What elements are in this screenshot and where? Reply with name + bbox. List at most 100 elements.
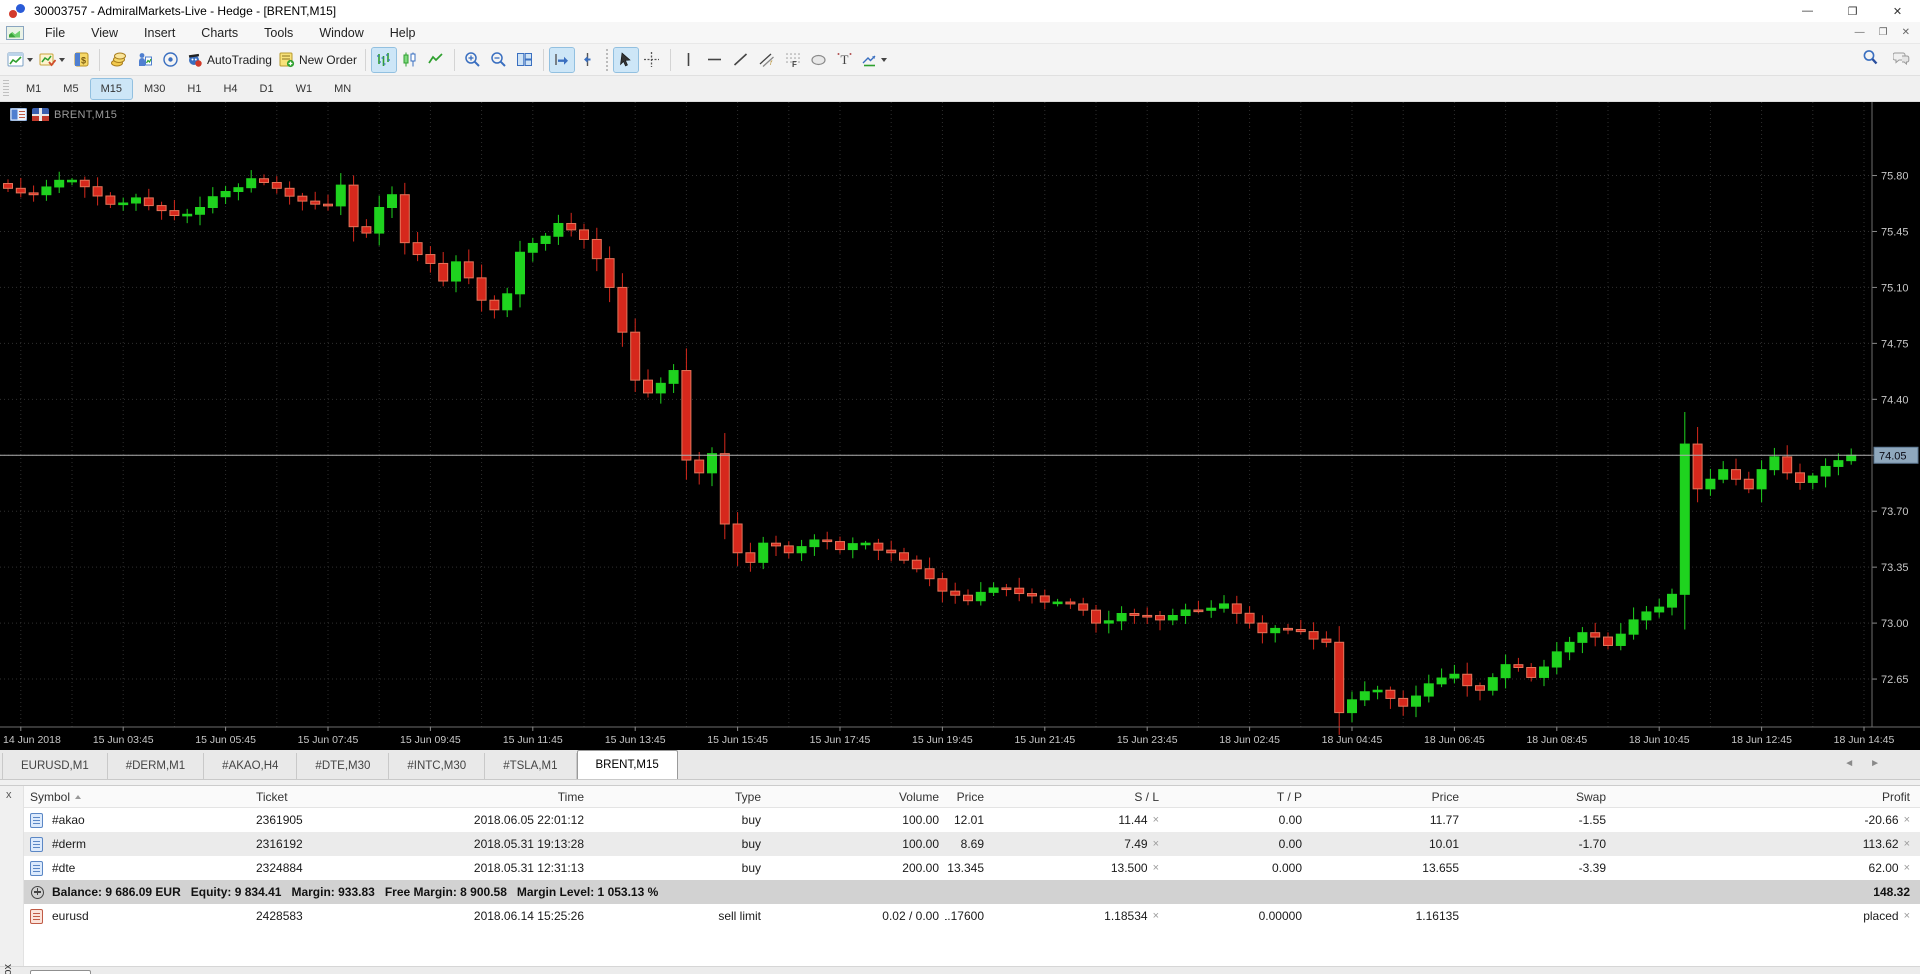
- column-header-price[interactable]: Price: [1308, 790, 1465, 804]
- column-header-s-l[interactable]: S / L: [990, 790, 1165, 804]
- cursor-button[interactable]: [614, 48, 638, 72]
- menu-item-charts[interactable]: Charts: [188, 24, 251, 42]
- candles-chart-button[interactable]: [398, 48, 422, 72]
- timeframe-mn[interactable]: MN: [324, 79, 361, 99]
- remove-sl-icon[interactable]: ×: [1153, 910, 1159, 922]
- title-bar[interactable]: 30003757 - AdmiralMarkets-Live - Hedge -…: [0, 0, 1920, 22]
- column-header-ticket[interactable]: Ticket: [250, 790, 447, 804]
- toolbox-vertical-label[interactable]: Toolbox: [2, 964, 14, 974]
- zoom-out-button[interactable]: [487, 48, 511, 72]
- mdi-minimize-button[interactable]: —: [1855, 27, 1865, 38]
- menu-item-insert[interactable]: Insert: [131, 24, 188, 42]
- time-axis-label: 15 Jun 21:45: [1014, 734, 1075, 746]
- chart-tab-dermm1[interactable]: #DERM,M1: [108, 753, 204, 779]
- one-click-trading-icon[interactable]: [10, 108, 27, 121]
- buy-position-icon: [30, 813, 43, 828]
- price-axis-label: 73.00: [1881, 618, 1909, 630]
- text-button[interactable]: T: [833, 48, 857, 72]
- price-axis-label: 73.35: [1881, 562, 1909, 574]
- objects-dropdown-button[interactable]: [859, 48, 889, 72]
- column-header-volume[interactable]: Volume: [767, 790, 945, 804]
- remove-sl-icon[interactable]: ×: [1153, 814, 1159, 826]
- chart-shift-button[interactable]: [576, 48, 600, 72]
- symbols-button[interactable]: $: [69, 48, 93, 72]
- autotrading-button[interactable]: AutoTrading: [184, 48, 274, 72]
- timeframe-w1[interactable]: W1: [286, 79, 323, 99]
- toolbox-close-icon[interactable]: x: [6, 790, 12, 801]
- chart-tab-intcm30[interactable]: #INTC,M30: [389, 753, 485, 779]
- tab-trade[interactable]: Trade: [30, 970, 91, 974]
- profit-cell: 113.62×: [1612, 837, 1916, 851]
- tabs-scroll-right-icon[interactable]: ►: [1870, 758, 1880, 769]
- expand-balance-icon[interactable]: [31, 886, 44, 899]
- menu-item-window[interactable]: Window: [306, 24, 376, 42]
- column-header-t-p[interactable]: T / P: [1165, 790, 1308, 804]
- zoom-in-button[interactable]: [461, 48, 485, 72]
- trade-row-derm[interactable]: #derm23161922018.05.31 19:13:28buy100.00…: [24, 832, 1920, 856]
- toolbox-panel: x Toolbox SymbolTicketTimeTypeVolumePric…: [0, 786, 1920, 966]
- trend-line-button[interactable]: [729, 48, 753, 72]
- ellipse-button[interactable]: [807, 48, 831, 72]
- menu-item-file[interactable]: File: [32, 24, 78, 42]
- bars-chart-button[interactable]: [372, 48, 396, 72]
- column-header-swap[interactable]: Swap: [1465, 790, 1612, 804]
- buy-position-icon: [30, 837, 43, 852]
- close-position-icon[interactable]: ×: [1904, 862, 1910, 874]
- navigator-button[interactable]: [132, 48, 156, 72]
- horizontal-line-button[interactable]: [703, 48, 727, 72]
- column-header-symbol[interactable]: Symbol: [24, 790, 250, 804]
- close-position-icon[interactable]: ×: [1904, 814, 1910, 826]
- remove-sl-icon[interactable]: ×: [1153, 838, 1159, 850]
- strategy-tester-button[interactable]: [158, 48, 182, 72]
- chart-tab-dtem30[interactable]: #DTE,M30: [297, 753, 389, 779]
- timeframe-d1[interactable]: D1: [250, 79, 284, 99]
- timeframe-h1[interactable]: H1: [177, 79, 211, 99]
- vertical-line-button[interactable]: [677, 48, 701, 72]
- column-header-type[interactable]: Type: [590, 790, 767, 804]
- close-position-icon[interactable]: ×: [1904, 910, 1910, 922]
- crosshair-button[interactable]: [640, 48, 664, 72]
- toolbar-grip[interactable]: [3, 80, 9, 98]
- time-axis-label: 15 Jun 09:45: [400, 734, 461, 746]
- fibonacci-button[interactable]: F: [781, 48, 805, 72]
- menu-item-view[interactable]: View: [78, 24, 131, 42]
- restore-button[interactable]: ❐: [1830, 0, 1875, 22]
- chart-tab-akaoh4[interactable]: #AKAO,H4: [204, 753, 297, 779]
- column-header-time[interactable]: Time: [447, 790, 590, 804]
- price-chart[interactable]: 75.8075.4575.1074.7574.4074.0573.7073.35…: [0, 102, 1920, 750]
- timeframe-h4[interactable]: H4: [213, 79, 247, 99]
- market-watch-button[interactable]: [106, 48, 130, 72]
- chart-tab-tslam1[interactable]: #TSLA,M1: [485, 753, 576, 779]
- remove-sl-icon[interactable]: ×: [1153, 862, 1159, 874]
- column-header-price[interactable]: Price: [945, 790, 990, 804]
- column-header-profit[interactable]: Profit: [1612, 790, 1916, 804]
- chart-tab-brentm15[interactable]: BRENT,M15: [577, 750, 678, 779]
- new-chart-button[interactable]: [5, 48, 35, 72]
- minimize-button[interactable]: —: [1785, 0, 1830, 22]
- search-icon[interactable]: [1862, 49, 1879, 71]
- timeframe-m5[interactable]: M5: [53, 79, 88, 99]
- profiles-button[interactable]: [37, 48, 67, 72]
- new-order-button[interactable]: New Order: [276, 48, 359, 72]
- tile-windows-button[interactable]: [513, 48, 537, 72]
- timeframe-m1[interactable]: M1: [16, 79, 51, 99]
- tabs-scroll-left-icon[interactable]: ◄: [1844, 758, 1854, 769]
- mt5-application-window: 30003757 - AdmiralMarkets-Live - Hedge -…: [0, 0, 1920, 974]
- menu-item-tools[interactable]: Tools: [251, 24, 306, 42]
- auto-scroll-button[interactable]: [550, 48, 574, 72]
- close-position-icon[interactable]: ×: [1904, 838, 1910, 850]
- trade-row-dte[interactable]: #dte23248842018.05.31 12:31:13buy200.001…: [24, 856, 1920, 880]
- mdi-close-button[interactable]: ✕: [1902, 27, 1910, 38]
- trade-row-eurusd[interactable]: eurusd24285832018.06.14 15:25:26sell lim…: [24, 904, 1920, 928]
- timeframe-m15[interactable]: M15: [91, 79, 132, 99]
- timeframe-m30[interactable]: M30: [134, 79, 175, 99]
- trade-row-akao[interactable]: #akao23619052018.06.05 22:01:12buy100.00…: [24, 808, 1920, 832]
- close-button[interactable]: ✕: [1875, 0, 1920, 22]
- mdi-restore-button[interactable]: ❐: [1879, 27, 1888, 38]
- line-chart-button[interactable]: [424, 48, 448, 72]
- equidistant-channel-button[interactable]: f: [755, 48, 779, 72]
- chat-icon[interactable]: [1893, 49, 1910, 71]
- chart-tab-eurusdm1[interactable]: EURUSD,M1: [2, 753, 108, 779]
- balance-row[interactable]: Balance: 9 686.09 EUR Equity: 9 834.41 M…: [24, 880, 1920, 904]
- menu-item-help[interactable]: Help: [377, 24, 429, 42]
